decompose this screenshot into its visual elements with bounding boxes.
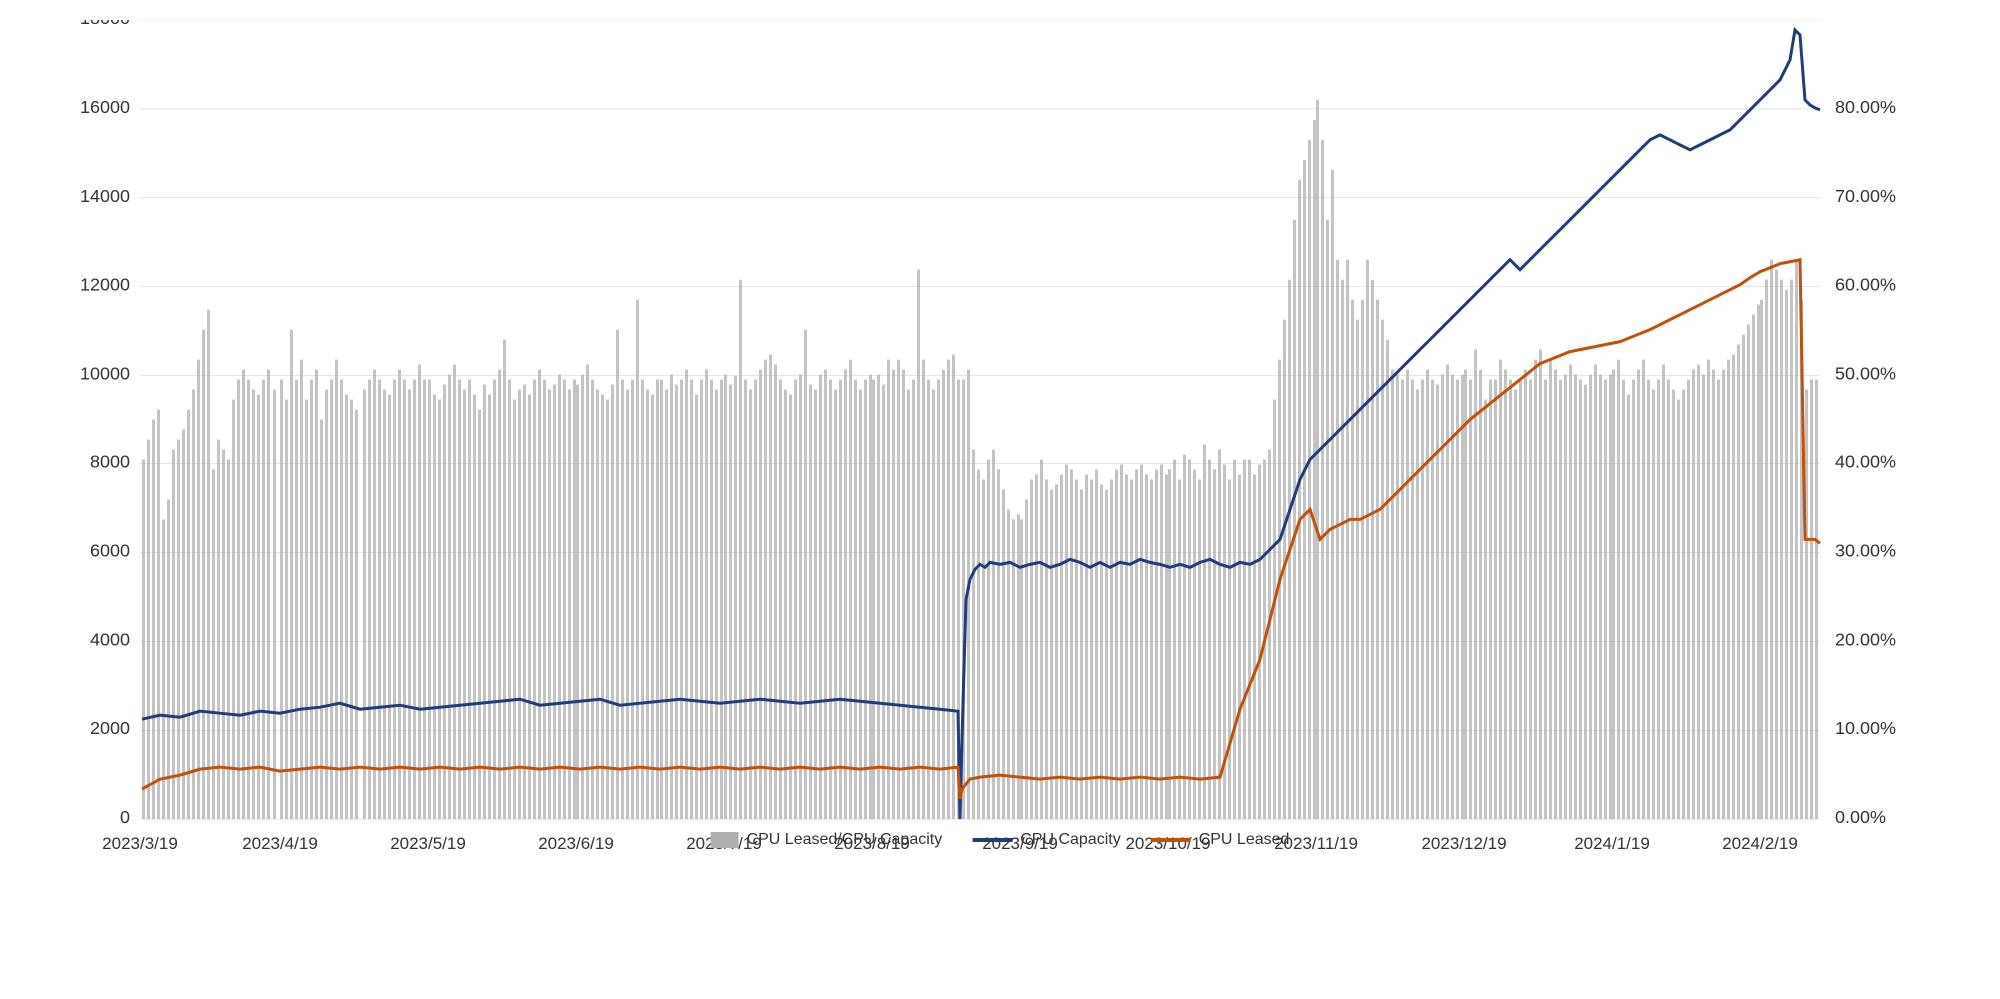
svg-text:2024/1/19: 2024/1/19 xyxy=(1574,834,1650,853)
svg-text:12000: 12000 xyxy=(80,275,130,295)
legend-item-leased: CPU Leased xyxy=(1151,831,1290,849)
svg-text:2024/2/19: 2024/2/19 xyxy=(1722,834,1798,853)
svg-text:0: 0 xyxy=(120,807,130,827)
legend-leased-icon xyxy=(1151,838,1191,842)
legend-bar-icon xyxy=(711,832,739,848)
svg-text:70.00%: 70.00% xyxy=(1835,186,1896,206)
svg-text:40.00%: 40.00% xyxy=(1835,451,1896,471)
chart-container: 0 2000 4000 6000 8000 10000 12000 14000 … xyxy=(0,0,2000,999)
svg-text:20.00%: 20.00% xyxy=(1835,629,1896,649)
svg-text:2023/6/19: 2023/6/19 xyxy=(538,834,614,853)
svg-text:60.00%: 60.00% xyxy=(1835,275,1896,295)
svg-text:80.00%: 80.00% xyxy=(1835,97,1896,117)
svg-text:18000: 18000 xyxy=(80,20,130,28)
chart-area: 0 2000 4000 6000 8000 10000 12000 14000 … xyxy=(80,20,1920,879)
svg-text:8000: 8000 xyxy=(90,451,130,471)
chart-legend: CPU Leased/CPU Capacity CPU Capacity CPU… xyxy=(711,831,1290,849)
svg-text:0.00%: 0.00% xyxy=(1835,807,1886,827)
svg-text:30.00%: 30.00% xyxy=(1835,540,1896,560)
legend-item-bar: CPU Leased/CPU Capacity xyxy=(711,831,943,849)
bar-series xyxy=(142,100,1818,819)
svg-text:2000: 2000 xyxy=(90,718,130,738)
svg-text:4000: 4000 xyxy=(90,629,130,649)
legend-capacity-icon xyxy=(972,838,1012,842)
legend-capacity-label: CPU Capacity xyxy=(1020,831,1120,849)
svg-text:2023/12/19: 2023/12/19 xyxy=(1421,834,1506,853)
legend-leased-label: CPU Leased xyxy=(1199,831,1290,849)
svg-text:2023/4/19: 2023/4/19 xyxy=(242,834,318,853)
svg-text:50.00%: 50.00% xyxy=(1835,364,1896,384)
svg-text:14000: 14000 xyxy=(80,186,130,206)
main-chart-svg: 0 2000 4000 6000 8000 10000 12000 14000 … xyxy=(80,20,1920,879)
svg-text:10.00%: 10.00% xyxy=(1835,718,1896,738)
svg-text:16000: 16000 xyxy=(80,97,130,117)
legend-bar-label: CPU Leased/CPU Capacity xyxy=(747,831,943,849)
svg-text:2023/3/19: 2023/3/19 xyxy=(102,834,178,853)
svg-text:10000: 10000 xyxy=(80,364,130,384)
legend-item-capacity: CPU Capacity xyxy=(972,831,1120,849)
svg-text:6000: 6000 xyxy=(90,540,130,560)
svg-text:2023/5/19: 2023/5/19 xyxy=(390,834,466,853)
